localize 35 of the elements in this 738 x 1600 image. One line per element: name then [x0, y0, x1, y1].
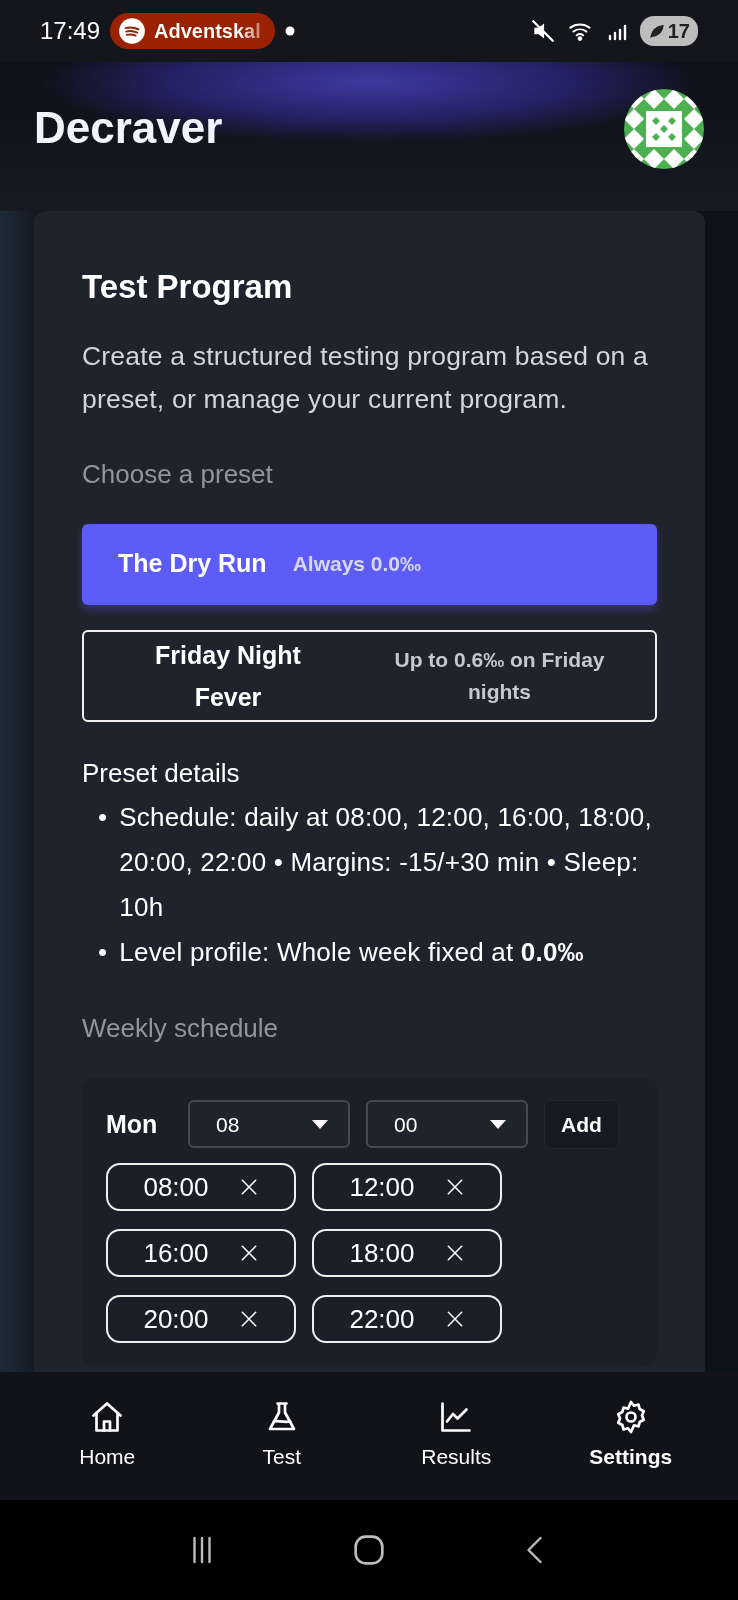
battery-indicator: 17 — [639, 16, 698, 46]
app-title: Decraver — [34, 102, 223, 155]
time-dropdown[interactable]: 08 — [188, 1100, 350, 1149]
bullet-mark: • — [98, 935, 108, 969]
detail-item: Level profile: Whole week fixed at 0.0‰ — [119, 935, 585, 969]
nav-tab[interactable]: Results — [381, 1398, 532, 1474]
caret-icon — [312, 1119, 328, 1129]
add-button[interactable]: Add — [544, 1099, 619, 1150]
detail-item: Schedule: daily at 08:00, 12:00, 16:00, 18:00, 20:00, 22:00 • Margins: -15/+30 min • Sleep: 10h — [119, 800, 653, 924]
time-chip[interactable]: 12:00 — [312, 1163, 502, 1212]
time-chip[interactable]: 20:00 — [106, 1295, 296, 1344]
caret-icon — [490, 1119, 506, 1129]
preset-option[interactable]: Friday Night Fever Up to 0.6‰ on Friday nights — [82, 629, 657, 722]
time-chip[interactable]: 22:00 — [312, 1295, 502, 1344]
nav-tab[interactable]: Settings — [555, 1398, 706, 1474]
card-title: Test Program — [82, 267, 294, 307]
bullet-mark: • — [98, 800, 108, 834]
card-description: Create a structured testing program based on a preset, or manage your current program. — [82, 339, 649, 416]
time-chip[interactable]: 08:00 — [106, 1163, 296, 1212]
time-chip[interactable]: 18:00 — [312, 1229, 502, 1278]
section-label: Choose a preset — [82, 457, 274, 491]
preset-option[interactable]: The Dry Run Always 0.0‰ — [82, 523, 657, 605]
media-chip[interactable]: Adventskal — [110, 13, 275, 49]
notification-dot-icon — [284, 26, 295, 36]
day-label: Mon — [106, 1108, 159, 1140]
time-dropdown[interactable]: 00 — [366, 1100, 528, 1149]
leaf-icon — [647, 22, 666, 40]
section-heading: Preset details — [82, 756, 241, 790]
time-chip[interactable]: 16:00 — [106, 1229, 296, 1278]
music-app-icon — [118, 17, 147, 45]
mute-icon — [529, 18, 556, 44]
nav-tab[interactable]: Test — [206, 1398, 357, 1474]
section-label: Weekly schedule — [82, 1011, 280, 1045]
nav-tab[interactable]: Home — [32, 1398, 183, 1474]
status-time: 17:49 — [40, 16, 101, 46]
